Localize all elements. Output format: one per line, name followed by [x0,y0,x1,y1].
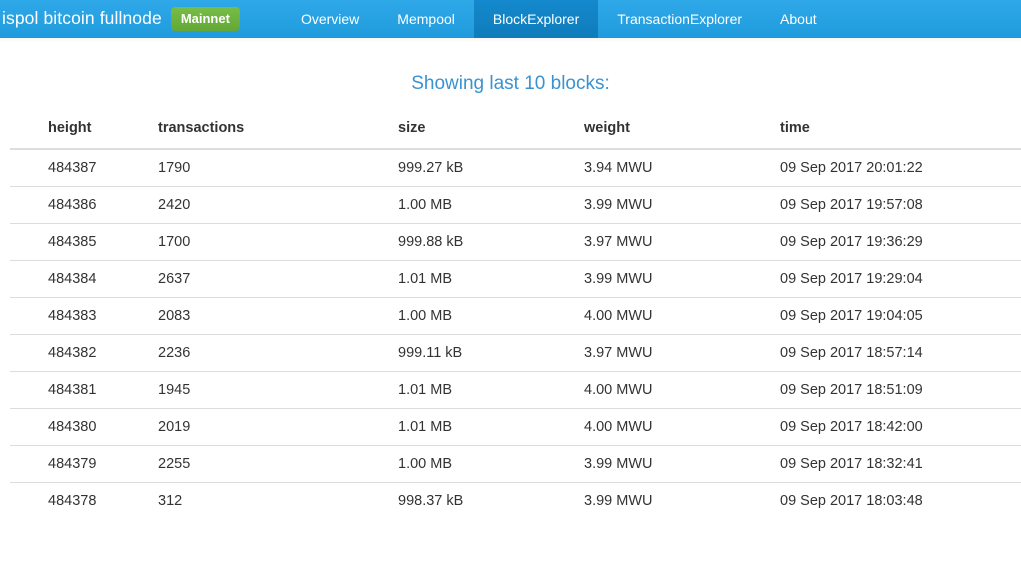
navbar-brand[interactable]: ispol bitcoin fullnode Mainnet [0,0,240,38]
cell-height: 484379 [10,444,158,482]
cell-weight: 3.94 MWU [584,159,653,176]
cell-transactions: 2019 [158,407,398,445]
cell-height: 484381 [10,370,158,408]
cell-transactions: 2637 [158,259,398,297]
cell-size: 1.00 MB [398,444,584,482]
table-row[interactable]: 484378 312 998.37 kB 3.99 MWU 09 Sep 201… [10,481,1021,519]
blocks-table: height transactions size weight time 484… [10,115,1021,519]
cell-time: 09 Sep 2017 19:57:08 [780,185,1021,223]
nav-link-mempool[interactable]: Mempool [378,0,474,38]
cell-weight: 3.99 MWU [584,185,780,223]
cell-height: 484387 [48,159,97,176]
nav-link-about[interactable]: About [761,0,836,38]
cell-weight: 4.00 MWU [584,407,780,445]
cell-size: 1.01 MB [398,259,584,297]
cell-time: 09 Sep 2017 18:42:00 [780,407,1021,445]
cell-size: 1.01 MB [398,407,584,445]
column-header-height: height [10,115,158,150]
cell-time: 09 Sep 2017 18:57:14 [780,333,1021,371]
cell-height: 484386 [10,185,158,223]
main-content: Showing last 10 blocks: height transacti… [0,43,1021,519]
cell-weight: 4.00 MWU [584,370,780,408]
cell-time: 09 Sep 2017 19:36:29 [780,222,1021,260]
cell-transactions: 1700 [158,222,398,260]
cell-transactions: 1790 [158,159,191,176]
nav-link-blockexplorer[interactable]: BlockExplorer [473,0,599,38]
table-row[interactable]: 484383 2083 1.00 MB 4.00 MWU 09 Sep 2017… [10,296,1021,334]
page-title: Showing last 10 blocks: [411,73,610,94]
cell-weight: 3.99 MWU [584,259,780,297]
cell-size: 999.11 kB [398,333,584,371]
cell-time: 09 Sep 2017 19:04:05 [780,296,1021,334]
cell-transactions: 1945 [158,370,398,408]
cell-weight: 3.97 MWU [584,333,780,371]
cell-time: 09 Sep 2017 18:32:41 [780,444,1021,482]
cell-transactions: 2236 [158,333,398,371]
cell-transactions: 2255 [158,444,398,482]
cell-height: 484383 [10,296,158,334]
cell-transactions: 2420 [158,185,398,223]
cell-weight: 3.97 MWU [584,222,780,260]
cell-time: 09 Sep 2017 19:29:04 [780,259,1021,297]
cell-height: 484384 [10,259,158,297]
cell-size: 999.88 kB [398,222,584,260]
table-row[interactable]: 484384 2637 1.01 MB 3.99 MWU 09 Sep 2017… [10,259,1021,297]
nav-link-overview[interactable]: Overview [282,0,378,38]
cell-weight: 4.00 MWU [584,296,780,334]
table-row[interactable]: 484385 1700 999.88 kB 3.97 MWU 09 Sep 20… [10,222,1021,260]
cell-transactions: 312 [158,481,398,519]
network-badge: Mainnet [170,7,240,31]
nav-link-transactionexplorer[interactable]: TransactionExplorer [598,0,761,38]
column-header-transactions: transactions [158,115,398,150]
brand-title: ispol bitcoin fullnode [2,8,162,29]
cell-time: 09 Sep 2017 18:51:09 [780,370,1021,408]
table-row[interactable]: 484382 2236 999.11 kB 3.97 MWU 09 Sep 20… [10,333,1021,371]
cell-time: 09 Sep 2017 18:03:48 [780,481,1021,519]
table-row[interactable]: 484387 1790 999.27 kB 3.94 MWU 09 Sep 20… [10,149,1021,186]
table-header-row: height transactions size weight time [10,115,1021,150]
cell-size: 1.01 MB [398,370,584,408]
table-row[interactable]: 484386 2420 1.00 MB 3.99 MWU 09 Sep 2017… [10,185,1021,223]
cell-weight: 3.99 MWU [584,444,780,482]
table-row[interactable]: 484381 1945 1.01 MB 4.00 MWU 09 Sep 2017… [10,370,1021,408]
blocks-table-head: height transactions size weight time [10,115,1021,150]
table-row[interactable]: 484380 2019 1.01 MB 4.00 MWU 09 Sep 2017… [10,407,1021,445]
cell-height: 484378 [10,481,158,519]
column-header-weight: weight [584,115,780,150]
navbar: ispol bitcoin fullnode Mainnet Overview … [0,0,1021,38]
cell-size: 999.27 kB [398,159,464,176]
cell-height: 484382 [10,333,158,371]
cell-height: 484385 [10,222,158,260]
column-header-time: time [780,115,1021,150]
cell-size: 1.00 MB [398,296,584,334]
cell-transactions: 2083 [158,296,398,334]
column-header-size: size [398,115,584,150]
navbar-links: Overview Mempool BlockExplorer Transacti… [282,0,836,38]
blocks-table-body: 484387 1790 999.27 kB 3.94 MWU 09 Sep 20… [10,149,1021,519]
cell-height: 484380 [10,407,158,445]
blocks-table-container: height transactions size weight time 484… [0,115,1021,519]
cell-weight: 3.99 MWU [584,481,780,519]
table-row[interactable]: 484379 2255 1.00 MB 3.99 MWU 09 Sep 2017… [10,444,1021,482]
cell-size: 998.37 kB [398,481,584,519]
cell-time: 09 Sep 2017 20:01:22 [780,159,923,176]
cell-size: 1.00 MB [398,185,584,223]
